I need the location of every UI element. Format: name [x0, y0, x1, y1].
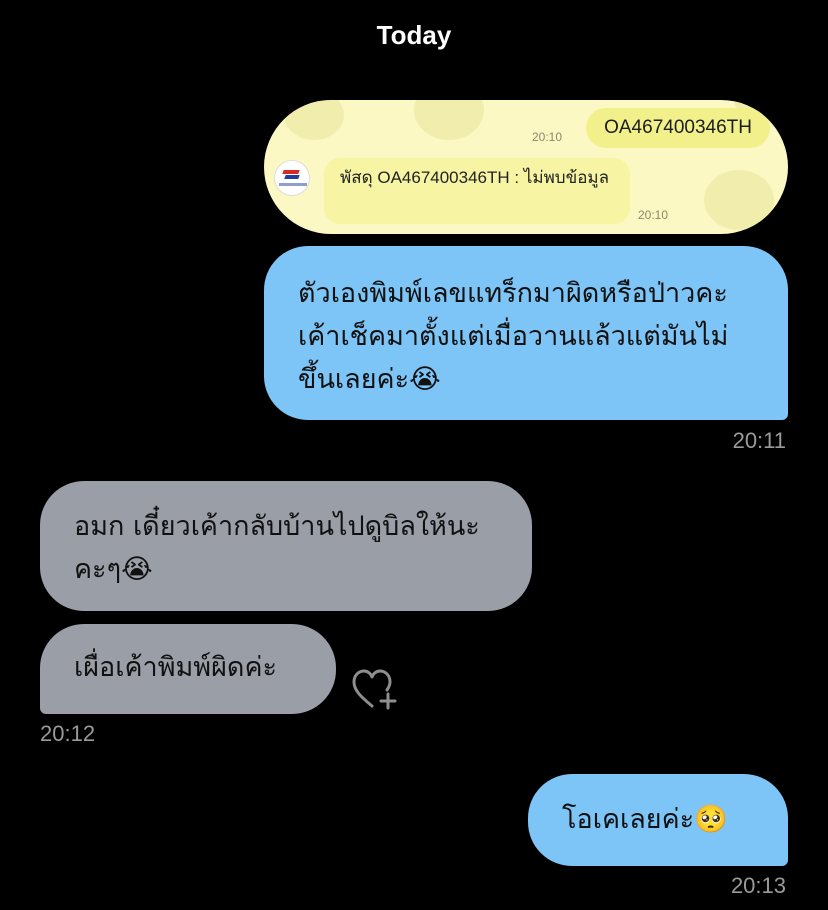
message-bubble-outgoing[interactable]: โอเคเลยค่ะ🥺: [528, 774, 788, 866]
message-timestamp: 20:12: [40, 721, 96, 746]
message-bubble-outgoing[interactable]: ตัวเองพิมพ์เลขแทร็กมาผิดหรือป่าวคะ เค้าเ…: [264, 246, 788, 420]
message-text: โอเคเลยค่ะ🥺: [562, 804, 728, 835]
background-pattern: [414, 100, 484, 140]
quoted-outgoing-bubble: OA467400346TH: [586, 108, 770, 148]
heart-plus-icon[interactable]: [352, 668, 398, 712]
message-bubble-incoming[interactable]: อมก เดี๋ยวเค้ากลับบ้านไปดูบิลให้นะคะๆ😭: [40, 481, 532, 611]
quoted-outgoing-time: 20:10: [532, 130, 563, 144]
message-timestamp: 20:13: [730, 873, 786, 898]
date-header: Today: [376, 20, 452, 50]
message-bubble-incoming[interactable]: เผื่อเค้าพิมพ์ผิดค่ะ: [40, 624, 336, 714]
quoted-image-card[interactable]: 20:10 OA467400346TH พัสดุ OA467400346TH …: [264, 100, 788, 234]
message-text: เผื่อเค้าพิมพ์ผิดค่ะ: [74, 652, 278, 683]
thailand-post-logo-icon: [274, 160, 310, 196]
quoted-incoming-time: 20:10: [638, 208, 669, 222]
message-timestamp: 20:11: [732, 428, 786, 453]
message-text: ตัวเองพิมพ์เลขแทร็กมาผิดหรือป่าวคะ เค้าเ…: [298, 278, 729, 395]
background-pattern: [284, 100, 344, 140]
background-pattern: [704, 170, 774, 230]
message-text: อมก เดี๋ยวเค้ากลับบ้านไปดูบิลให้นะคะๆ😭: [74, 511, 480, 585]
quoted-incoming-bubble: พัสดุ OA467400346TH : ไม่พบข้อมูล: [324, 158, 630, 224]
